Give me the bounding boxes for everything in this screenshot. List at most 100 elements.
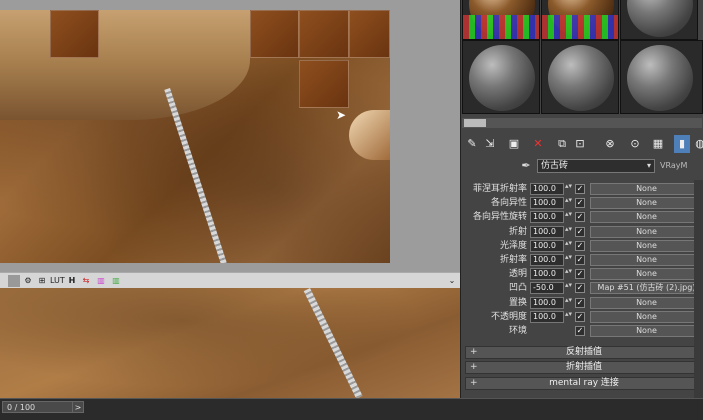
slot-scrollbar[interactable] <box>462 118 702 128</box>
rollout-title: 折射插值 <box>565 362 602 372</box>
next-frame-button[interactable]: > <box>72 401 84 413</box>
render-bucket-tile <box>250 10 299 58</box>
map-enable-checkbox[interactable]: ✓ <box>575 269 585 279</box>
map-slot-button[interactable]: None <box>590 297 703 309</box>
get-material-icon[interactable]: ✎ <box>464 135 480 153</box>
unique-icon[interactable]: ⊡ <box>572 135 588 153</box>
render-bucket-tile <box>50 10 99 58</box>
map-amount-field[interactable]: 100.0 <box>530 254 564 266</box>
map-slot-button[interactable]: Map #51 (仿古砖 (2).jpg) <box>590 282 703 294</box>
map-row: 置换 100.0 ▴▾ ✓ None <box>465 296 703 310</box>
spinner-icon[interactable]: ▴▾ <box>565 197 572 209</box>
viewport-render-top[interactable]: ➤ <box>0 0 460 272</box>
map-slot-button[interactable]: None <box>590 325 703 337</box>
compare-icon[interactable]: ⇆ <box>80 275 92 287</box>
map-slot-button[interactable]: None <box>590 254 703 266</box>
map-enable-checkbox[interactable]: ✓ <box>575 312 585 322</box>
viewport-render-bottom[interactable] <box>0 288 460 398</box>
gear-icon[interactable]: ⚙ <box>22 275 34 287</box>
panel-scrollbar[interactable] <box>694 180 703 398</box>
put-to-scene-icon[interactable]: ⇲ <box>482 135 498 153</box>
map-row-label: 环境 <box>508 326 527 336</box>
map-row-label: 不透明度 <box>490 312 527 322</box>
assign-material-icon[interactable]: ▣ <box>506 135 522 153</box>
map-row-label: 置换 <box>508 298 527 308</box>
map-enable-checkbox[interactable]: ✓ <box>575 241 585 251</box>
map-slot-button[interactable]: None <box>590 197 703 209</box>
map-row: 透明 100.0 ▴▾ ✓ None <box>465 267 703 281</box>
delete-icon[interactable]: ✕ <box>530 135 546 153</box>
map-slot-button[interactable]: None <box>590 183 703 195</box>
material-sphere <box>627 0 693 37</box>
swatch-icon[interactable]: ▥ <box>110 275 122 287</box>
spinner-icon[interactable]: ▴▾ <box>565 211 572 223</box>
map-enable-checkbox[interactable]: ✓ <box>575 198 585 208</box>
slot-scroll-thumb[interactable] <box>464 119 486 127</box>
map-enable-checkbox[interactable]: ✓ <box>575 227 585 237</box>
chevron-down-icon[interactable]: ▾ <box>643 159 655 173</box>
timeline-bar[interactable] <box>0 398 703 420</box>
histogram-button[interactable]: H <box>66 275 78 287</box>
screen-icon[interactable] <box>8 275 20 287</box>
spinner-icon[interactable]: ▴▾ <box>565 282 572 294</box>
material-type-button[interactable]: VRayM <box>660 159 703 173</box>
material-slot[interactable] <box>541 40 619 114</box>
lut-button[interactable]: LUT <box>50 275 65 287</box>
render-bucket-tile <box>299 60 349 108</box>
spinner-icon[interactable]: ▴▾ <box>565 268 572 280</box>
map-enable-checkbox[interactable]: ✓ <box>575 283 585 293</box>
map-amount-field[interactable]: 100.0 <box>530 268 564 280</box>
map-amount-field[interactable]: 100.0 <box>530 183 564 195</box>
map-row-label: 光泽度 <box>499 241 527 251</box>
frame-counter[interactable]: 0 / 100 <box>2 401 74 413</box>
map-slot-button[interactable]: None <box>590 211 703 223</box>
spinner-icon[interactable]: ▴▾ <box>565 226 572 238</box>
channel-icon[interactable]: ⊞ <box>36 275 48 287</box>
map-row: 各向异性 100.0 ▴▾ ✓ None <box>465 196 703 210</box>
show-map-icon[interactable]: ▦ <box>650 135 666 153</box>
map-amount-field[interactable]: 100.0 <box>530 240 564 252</box>
material-slot[interactable] <box>462 40 540 114</box>
map-enable-checkbox[interactable]: ✓ <box>575 212 585 222</box>
material-slot[interactable] <box>620 40 703 114</box>
map-amount-field[interactable]: -50.0 <box>530 282 564 294</box>
map-slot-button[interactable]: None <box>590 240 703 252</box>
spinner-icon[interactable]: ▴▾ <box>565 254 572 266</box>
render-bucket-tile <box>349 110 390 160</box>
map-amount-field[interactable]: 100.0 <box>530 226 564 238</box>
checker-background <box>463 15 539 39</box>
show-in-viewport-icon[interactable]: ▮ <box>674 135 690 153</box>
eyedropper-icon[interactable]: ✒ <box>519 158 533 174</box>
map-amount-field[interactable]: 100.0 <box>530 297 564 309</box>
map-row: 菲涅耳折射率 100.0 ▴▾ ✓ None <box>465 182 703 196</box>
material-slot[interactable] <box>620 0 698 40</box>
spinner-icon[interactable]: ▴▾ <box>565 311 572 323</box>
spinner-icon[interactable]: ▴▾ <box>565 297 572 309</box>
map-enable-checkbox[interactable]: ✓ <box>575 326 585 336</box>
go-to-parent-icon[interactable]: ◍ <box>692 135 703 153</box>
rollout-header[interactable]: + 折射插值 <box>465 361 703 374</box>
material-name-field[interactable]: 仿古砖 <box>537 159 655 173</box>
material-id-icon[interactable]: ⊙ <box>627 135 643 153</box>
rollout-header[interactable]: + mental ray 连接 <box>465 377 703 390</box>
map-amount-field[interactable]: 100.0 <box>530 311 564 323</box>
map-slot-button[interactable]: None <box>590 226 703 238</box>
mouse-cursor-icon: ➤ <box>336 108 347 122</box>
map-slot-button[interactable]: None <box>590 311 703 323</box>
map-slot-button[interactable]: None <box>590 268 703 280</box>
put-library-icon[interactable]: ⊗ <box>602 135 618 153</box>
copy-material-icon[interactable]: ⧉ <box>554 135 570 153</box>
material-slot[interactable] <box>462 0 540 40</box>
map-amount-field[interactable]: 100.0 <box>530 211 564 223</box>
map-enable-checkbox[interactable]: ✓ <box>575 255 585 265</box>
map-enable-checkbox[interactable]: ✓ <box>575 184 585 194</box>
color-icon[interactable]: ▥ <box>95 275 107 287</box>
rollout-header[interactable]: + 反射插值 <box>465 346 703 359</box>
spinner-icon[interactable]: ▴▾ <box>565 240 572 252</box>
map-amount-field[interactable]: 100.0 <box>530 197 564 209</box>
collapse-chevron-icon[interactable]: ⌄ <box>446 275 458 287</box>
spinner-icon[interactable]: ▴▾ <box>565 183 572 195</box>
map-enable-checkbox[interactable]: ✓ <box>575 298 585 308</box>
material-toolbar: ✎ ⇲ ▣ ✕ ⧉ ⊡ ⊗ ⊙ ▦ ▮ ◍ <box>462 135 703 155</box>
material-slot[interactable] <box>541 0 619 40</box>
